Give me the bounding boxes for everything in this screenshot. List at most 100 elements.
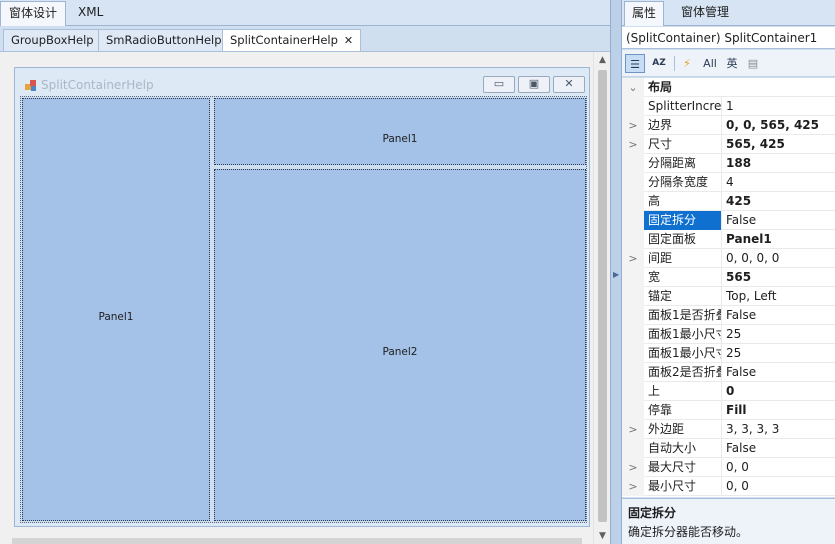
property-row[interactable]: 面板1是否折叠 False [622,306,835,325]
expand-chevron-icon[interactable]: > [622,477,644,496]
alphabetical-sort-icon[interactable]: AZ [648,54,670,73]
tab-form-design[interactable]: 窗体设计 [0,1,67,26]
property-value[interactable]: 425 [722,192,835,211]
property-name: 间距 [644,249,722,268]
pane-splitter[interactable]: ▶ [610,0,622,544]
horizontal-scrollbar[interactable] [12,538,582,544]
expand-chevron-icon [622,230,644,249]
split-panel-right-bottom[interactable]: Panel2 [214,169,586,521]
property-value[interactable]: False [722,363,835,382]
property-value[interactable]: 0 [722,382,835,401]
property-value[interactable]: False [722,211,835,230]
property-value[interactable]: Top, Left [722,287,835,306]
expand-chevron-icon[interactable]: > [622,249,644,268]
doc-tab-label: SplitContainerHelp [230,33,338,47]
property-row[interactable]: 自动大小 False [622,439,835,458]
property-value[interactable]: False [722,306,835,325]
tab-xml[interactable]: XML [70,1,111,26]
property-name: 停靠 [644,401,722,420]
show-all-button[interactable]: All [700,54,720,73]
property-value[interactable]: 565, 425 [722,135,835,154]
property-row[interactable]: > 边界 0, 0, 565, 425 [622,116,835,135]
property-name: 分隔条宽度 [644,173,722,192]
splitter-grip-icon[interactable]: ▶ [613,270,619,279]
property-value[interactable]: 188 [722,154,835,173]
property-row[interactable]: 面板2是否折叠 False [622,363,835,382]
property-row[interactable]: 分隔条宽度 4 [622,173,835,192]
events-lightning-icon[interactable]: ⚡ [678,54,696,73]
property-name: 固定拆分 [644,211,722,230]
property-value[interactable]: 25 [722,344,835,363]
property-name: 锚定 [644,287,722,306]
property-row[interactable]: > 最小尺寸 0, 0 [622,477,835,496]
property-row[interactable]: SplitterIncrement 1 [622,97,835,116]
property-name: 分隔距离 [644,154,722,173]
expand-chevron-icon [622,325,644,344]
tab-properties[interactable]: 属性 [624,1,665,26]
language-button[interactable]: 英 [724,54,740,73]
property-value[interactable]: Panel1 [722,230,835,249]
object-selector[interactable]: (SplitContainer) SplitContainer1 [622,27,835,49]
doc-tab-smradiobuttonhelp[interactable]: SmRadioButtonHelp [98,29,230,51]
property-name: 自动大小 [644,439,722,458]
property-row[interactable]: 宽 565 [622,268,835,287]
tab-form-management[interactable]: 窗体管理 [674,1,736,26]
property-row-selected[interactable]: 固定拆分 False [622,211,835,230]
property-row[interactable]: 锚定 Top, Left [622,287,835,306]
property-value[interactable]: 4 [722,173,835,192]
close-icon[interactable]: ✕ [344,34,353,47]
property-description: 固定拆分 确定拆分器能否移动。 [622,498,835,544]
split-panel-right-top[interactable]: Panel1 [214,98,586,165]
property-value[interactable]: 0, 0, 565, 425 [722,116,835,135]
minimize-icon[interactable]: ▭ [483,76,515,93]
vertical-scrollbar[interactable]: ▲ ▼ [593,52,610,544]
expand-chevron-icon[interactable]: > [622,458,644,477]
property-value[interactable]: 25 [722,325,835,344]
doc-tab-groupboxhelp[interactable]: GroupBoxHelp [3,29,102,51]
maximize-icon[interactable]: ▣ [518,76,550,93]
property-pages-icon[interactable]: ▤ [744,54,762,73]
expand-chevron-icon[interactable]: > [622,116,644,135]
scroll-down-icon[interactable]: ▼ [594,528,611,544]
property-value[interactable]: 0, 0 [722,458,835,477]
property-row[interactable]: 固定面板 Panel1 [622,230,835,249]
close-window-icon[interactable]: ✕ [553,76,585,93]
expand-chevron-icon [622,363,644,382]
property-value[interactable]: Fill [722,401,835,420]
property-name: 宽 [644,268,722,287]
split-container[interactable]: Panel1 Panel1 Panel2 [20,96,587,523]
scroll-thumb[interactable] [598,70,607,522]
split-panel-left[interactable]: Panel1 [22,98,210,521]
property-row[interactable]: > 间距 0, 0, 0, 0 [622,249,835,268]
property-row[interactable]: 上 0 [622,382,835,401]
top-tab-strip: 窗体设计 XML [0,0,610,26]
property-value[interactable]: 0, 0 [722,477,835,496]
panel-label: Panel1 [98,311,134,323]
property-grid: ⌄ 布局 SplitterIncrement 1 > 边界 0, 0, 565,… [622,78,835,497]
property-category-layout[interactable]: ⌄ 布局 [622,78,835,97]
property-toolbar: ☰ AZ ⚡ All 英 ▤ [622,50,835,77]
property-name: 上 [644,382,722,401]
expand-chevron-icon [622,97,644,116]
property-value[interactable]: 565 [722,268,835,287]
property-row[interactable]: 高 425 [622,192,835,211]
property-value[interactable]: 0, 0, 0, 0 [722,249,835,268]
property-name: 外边距 [644,420,722,439]
property-row[interactable]: 停靠 Fill [622,401,835,420]
property-value[interactable]: 3, 3, 3, 3 [722,420,835,439]
description-text: 确定拆分器能否移动。 [628,525,749,539]
property-row[interactable]: 分隔距离 188 [622,154,835,173]
categorized-icon[interactable]: ☰ [625,54,645,73]
property-row[interactable]: > 尺寸 565, 425 [622,135,835,154]
doc-tab-splitcontainerhelp[interactable]: SplitContainerHelp ✕ [222,29,362,51]
expand-chevron-icon[interactable]: > [622,420,644,439]
property-row[interactable]: > 外边距 3, 3, 3, 3 [622,420,835,439]
collapse-chevron-icon[interactable]: ⌄ [622,78,644,97]
property-value[interactable]: 1 [722,97,835,116]
property-row[interactable]: 面板1最小尺寸 25 [622,344,835,363]
expand-chevron-icon[interactable]: > [622,135,644,154]
scroll-up-icon[interactable]: ▲ [594,52,611,69]
property-row[interactable]: 面板1最小尺寸 25 [622,325,835,344]
property-row[interactable]: > 最大尺寸 0, 0 [622,458,835,477]
property-value[interactable]: False [722,439,835,458]
